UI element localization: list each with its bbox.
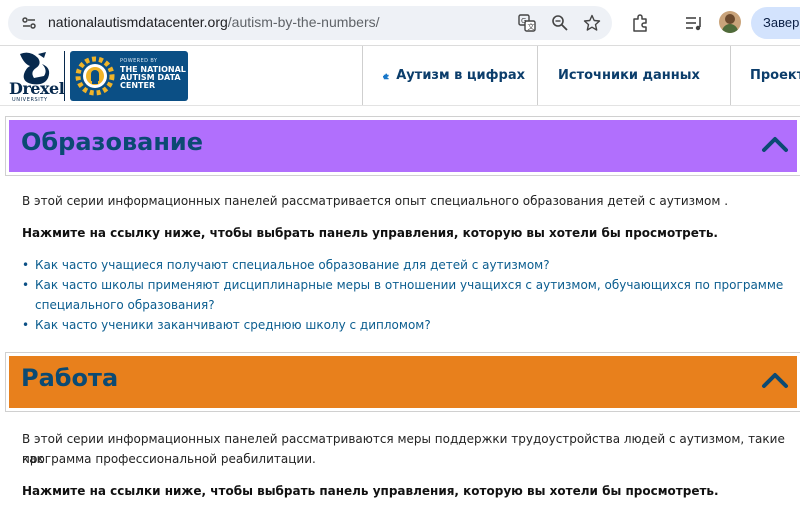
link-special-education[interactable]: Как часто учащиеся получают специальное … [35,258,550,272]
svg-text:G: G [521,17,526,25]
nav-item-label: Проекты [750,68,800,83]
nav-item-autism-by-numbers[interactable]: Аутизм в цифрах [362,46,537,105]
education-instruction: Нажмите на ссылку ниже, чтобы выбрать па… [22,226,718,240]
nadc-gear-icon [75,56,115,96]
site-info-icon[interactable] [21,15,37,31]
nadc-logo[interactable]: POWERED BY THE NATIONAL AUTISM DATA CENT… [70,51,188,101]
education-intro: В этой серии информационных панелей расс… [22,194,729,208]
section-header-education[interactable]: Образование [5,116,800,176]
education-link-list: Как часто учащиеся получают специальное … [22,255,783,335]
nav-item-data-sources[interactable]: Источники данных [537,46,730,105]
address-bar[interactable]: nationalautismdatacenter.org/autism-by-t… [8,6,612,40]
logo-divider [64,51,65,101]
chevron-up-icon[interactable] [761,133,789,155]
site-header: Drexel UNIVERSITY POWERED BY THE NATIONA… [0,46,800,106]
list-item: Как часто учащиеся получают специальное … [22,255,783,275]
browser-toolbar: nationalautismdatacenter.org/autism-by-t… [0,0,800,46]
url-host: nationalautismdatacenter.org [48,14,228,30]
link-discipline-continued[interactable]: специального образования? [35,298,215,312]
nadc-name-text: THE NATIONAL AUTISM DATA CENTER [120,65,186,90]
url-text[interactable]: nationalautismdatacenter.org/autism-by-t… [48,14,380,30]
list-item: Как часто школы применяют дисциплинарные… [22,275,783,315]
extensions-icon[interactable] [631,13,651,33]
nav-item-projects[interactable]: Проекты [730,46,800,105]
svg-text:文: 文 [528,22,535,31]
drexel-wordmark: Drexel [9,79,65,98]
nav-item-label: Источники данных [558,68,700,83]
drexel-university-text: UNIVERSITY [12,97,48,103]
nadc-powered-text: POWERED BY [120,58,158,64]
section-title: Работа [21,364,119,392]
link-discipline[interactable]: Как часто школы применяют дисциплинарные… [35,278,783,292]
url-path: /autism-by-the-numbers/ [227,14,380,30]
section-header-work[interactable]: Работа [5,352,800,412]
chevron-up-icon[interactable] [761,369,789,391]
zoom-icon[interactable] [551,14,569,32]
list-item: Как часто ученики заканчивают среднюю шк… [22,315,783,335]
work-instruction: Нажмите на ссылки ниже, чтобы выбрать па… [22,484,719,498]
profile-avatar[interactable] [719,11,741,33]
finish-button[interactable]: Заверш [751,7,800,39]
section-title: Образование [21,128,204,156]
link-graduation[interactable]: Как часто ученики заканчивают среднюю шк… [35,318,431,332]
puzzle-icon [383,73,389,79]
media-control-icon[interactable] [684,13,704,33]
nav-item-label: Аутизм в цифрах [396,68,525,83]
translate-icon[interactable]: G 文 [518,14,536,32]
main-nav: Аутизм в цифрах Источники данных Проекты [362,46,800,105]
bookmark-star-icon[interactable] [583,14,601,32]
work-intro-line-2: программа профессиональной реабилитации. [22,452,316,466]
